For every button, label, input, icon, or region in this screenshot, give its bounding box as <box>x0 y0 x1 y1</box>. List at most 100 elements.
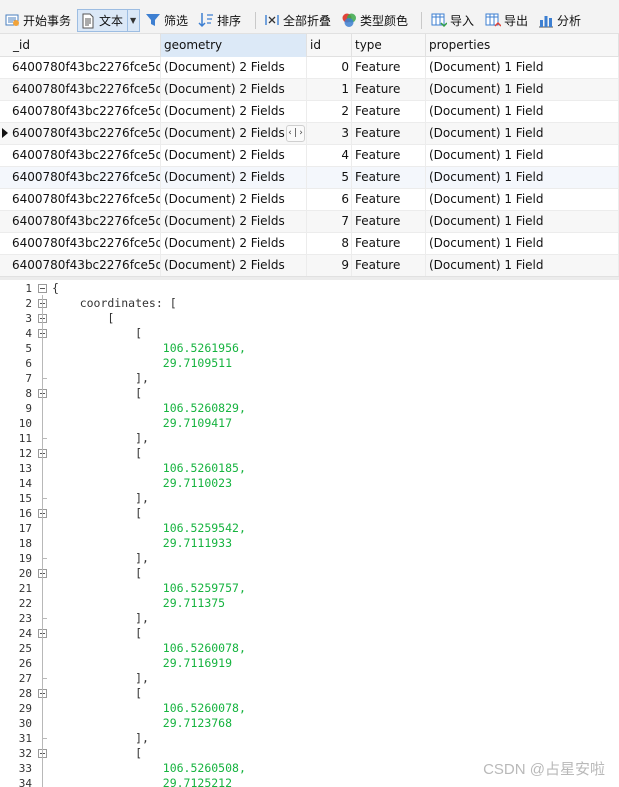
table-row[interactable]: 6400780f43bc2276fce5d0 (Document) 2 Field… <box>0 233 619 255</box>
cell-id[interactable]: 1 <box>307 79 352 101</box>
table-row[interactable]: 6400780f43bc2276fce5d0 (Document) 2 Field… <box>0 57 619 79</box>
cell-properties[interactable]: (Document) 1 Field <box>426 233 619 255</box>
text-view-button[interactable]: 文本 ▼ <box>77 9 141 32</box>
cell-type[interactable]: Feature <box>352 123 426 145</box>
cell-geometry[interactable]: (Document) 2 Fields <box>161 211 307 233</box>
code-line: 29.7116919 <box>52 656 232 671</box>
sort-button[interactable]: 排序 <box>198 9 241 31</box>
cell-geometry[interactable]: (Document) 2 Fields <box>161 101 307 123</box>
editor-gutter: 1 2 3 4 5 6 7 8 9 10 11 12 13 14 15 16 17 18 19 20 21 22 23 24 2… <box>0 280 48 787</box>
line-number: 4 <box>25 327 32 340</box>
code-line: 29.7123768 <box>52 716 232 731</box>
cell-object-id[interactable]: 6400780f43bc2276fce5d0 <box>0 145 161 167</box>
cell-type[interactable]: Feature <box>352 145 426 167</box>
line-number: 8 <box>25 387 32 400</box>
table-row[interactable]: 6400780f43bc2276fce5d0 (Document) 2 Field… <box>0 101 619 123</box>
code-line: 29.7109417 <box>52 416 232 431</box>
code-line: 106.5260078, <box>52 641 246 656</box>
cell-type[interactable]: Feature <box>352 211 426 233</box>
cell-type[interactable]: Feature <box>352 233 426 255</box>
fold-toggle-icon[interactable] <box>38 284 47 293</box>
cell-id[interactable]: 5 <box>307 167 352 189</box>
code-line: ], <box>52 731 149 746</box>
code-line: ], <box>52 371 149 386</box>
collapse-all-label: 全部折叠 <box>283 13 332 28</box>
column-header-geometry[interactable]: geometry <box>161 34 307 57</box>
table-row[interactable]: 6400780f43bc2276fce5d0 (Document) 2 Field… <box>0 123 619 145</box>
cell-object-id[interactable]: 6400780f43bc2276fce5d0 <box>0 189 161 211</box>
table-row[interactable]: 6400780f43bc2276fce5d0 (Document) 2 Field… <box>0 211 619 233</box>
import-button[interactable]: 导入 <box>431 9 474 31</box>
cell-type[interactable]: Feature <box>352 57 426 79</box>
type-color-button[interactable]: 类型颜色 <box>341 9 408 31</box>
code-line: [ <box>52 626 142 641</box>
cell-object-id[interactable]: 6400780f43bc2276fce5d0 <box>0 57 161 79</box>
cell-geometry[interactable]: (Document) 2 Fields <box>161 255 307 277</box>
cell-properties[interactable]: (Document) 1 Field <box>426 167 619 189</box>
cell-geometry[interactable]: (Document) 2 Fields <box>161 57 307 79</box>
cell-object-id[interactable]: 6400780f43bc2276fce5d0 <box>0 167 161 189</box>
column-header-type[interactable]: type <box>352 34 426 57</box>
table-row[interactable]: 6400780f43bc2276fce5d0 (Document) 2 Field… <box>0 189 619 211</box>
analyze-button[interactable]: 分析 <box>538 9 581 31</box>
cell-properties[interactable]: (Document) 1 Field <box>426 189 619 211</box>
line-number: 30 <box>18 717 32 730</box>
cell-geometry[interactable]: (Document) 2 Fields <box>161 189 307 211</box>
code-text: [ <box>52 446 143 460</box>
cell-geometry[interactable]: (Document) 2 Fields <box>161 167 307 189</box>
cell-type[interactable]: Feature <box>352 189 426 211</box>
cell-properties[interactable]: (Document) 1 Field <box>426 145 619 167</box>
table-row[interactable]: 6400780f43bc2276fce5d0 (Document) 2 Field… <box>0 79 619 101</box>
code-text: ], <box>52 371 149 385</box>
column-header-id[interactable]: _id <box>10 34 161 57</box>
chevron-down-icon[interactable]: ▼ <box>127 10 136 31</box>
number-literal: 106.5260829, <box>162 401 246 415</box>
cell-object-id[interactable]: 6400780f43bc2276fce5d0 <box>0 255 161 277</box>
cell-object-id[interactable]: 6400780f43bc2276fce5d0 <box>0 211 161 233</box>
column-header-properties[interactable]: properties <box>426 34 619 57</box>
cell-properties[interactable]: (Document) 1 Field <box>426 57 619 79</box>
cell-type[interactable]: Feature <box>352 79 426 101</box>
cell-type[interactable]: Feature <box>352 167 426 189</box>
filter-button[interactable]: 筛选 <box>145 9 188 31</box>
line-number: 33 <box>18 762 32 775</box>
cell-id[interactable]: 3 <box>307 123 352 145</box>
cell-type[interactable]: Feature <box>352 255 426 277</box>
cell-geometry[interactable]: (Document) 2 Fields <box>161 79 307 101</box>
table-row[interactable]: 6400780f43bc2276fce5d0 (Document) 2 Field… <box>0 167 619 189</box>
code-text: ], <box>52 431 149 445</box>
cell-properties[interactable]: (Document) 1 Field <box>426 123 619 145</box>
cell-id[interactable]: 9 <box>307 255 352 277</box>
number-literal: 29.7109511 <box>162 356 233 370</box>
cell-id[interactable]: 2 <box>307 101 352 123</box>
cell-properties[interactable]: (Document) 1 Field <box>426 211 619 233</box>
cell-id[interactable]: 8 <box>307 233 352 255</box>
table-row[interactable]: 6400780f43bc2276fce5d0 (Document) 2 Field… <box>0 255 619 277</box>
code-text: ], <box>52 551 149 565</box>
cell-type[interactable]: Feature <box>352 101 426 123</box>
line-number: 23 <box>18 612 32 625</box>
export-button[interactable]: 导出 <box>485 9 528 31</box>
expand-cell-button[interactable]: ‹|› <box>286 125 305 142</box>
column-header-id-num[interactable]: id <box>307 34 352 57</box>
table-row[interactable]: 6400780f43bc2276fce5d0 (Document) 2 Field… <box>0 145 619 167</box>
cell-properties[interactable]: (Document) 1 Field <box>426 101 619 123</box>
cell-id[interactable]: 7 <box>307 211 352 233</box>
cell-id[interactable]: 6 <box>307 189 352 211</box>
json-editor[interactable]: 1 2 3 4 5 6 7 8 9 10 11 12 13 14 15 16 17 18 19 20 21 22 23 24 2… <box>0 280 619 787</box>
cell-geometry[interactable]: (Document) 2 Fields <box>161 145 307 167</box>
cell-properties[interactable]: (Document) 1 Field <box>426 255 619 277</box>
cell-properties[interactable]: (Document) 1 Field <box>426 79 619 101</box>
collapse-all-button[interactable]: 全部折叠 <box>264 9 331 31</box>
cell-geometry[interactable]: (Document) 2 Fields <box>161 233 307 255</box>
cell-object-id[interactable]: 6400780f43bc2276fce5d0 <box>0 79 161 101</box>
cell-id[interactable]: 4 <box>307 145 352 167</box>
cell-object-id[interactable]: 6400780f43bc2276fce5d0 <box>0 123 161 145</box>
cell-object-id[interactable]: 6400780f43bc2276fce5d0 <box>0 233 161 255</box>
code-text: coordinates: [ <box>52 296 177 310</box>
begin-transaction-button[interactable]: 开始事务 <box>4 9 71 31</box>
line-number: 10 <box>18 417 32 430</box>
cell-id[interactable]: 0 <box>307 57 352 79</box>
cell-object-id[interactable]: 6400780f43bc2276fce5d0 <box>0 101 161 123</box>
code-text: { <box>52 281 59 295</box>
